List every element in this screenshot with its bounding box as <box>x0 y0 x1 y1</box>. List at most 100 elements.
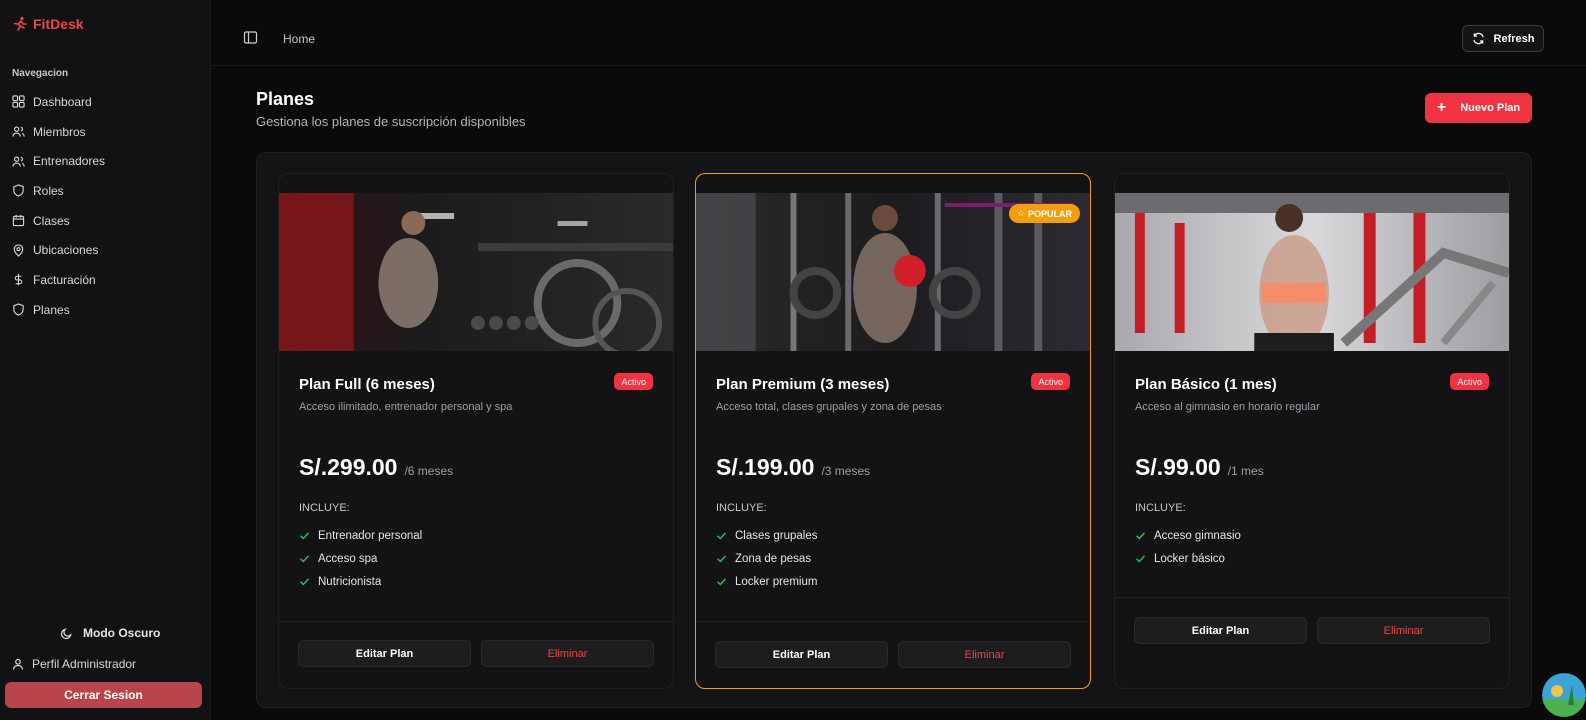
logout-button[interactable]: Cerrar Sesion <box>5 682 202 708</box>
topbar: Home Refresh <box>211 0 1586 66</box>
plan-image: ☆ POPULAR <box>696 193 1090 351</box>
includes-label: INCLUYE: <box>299 502 350 514</box>
feature-item: Clases grupales <box>716 524 817 547</box>
sidebar-item-miembros[interactable]: Miembros <box>10 117 200 147</box>
feature-item: Entrenador personal <box>299 524 422 547</box>
star-icon: ☆ <box>1016 208 1025 218</box>
page-subtitle: Gestiona los planes de suscripción dispo… <box>256 114 526 129</box>
price-amount: S/.99.00 <box>1135 454 1221 480</box>
plans-panel: Plan Full (6 meses) Activo Acceso ilimit… <box>256 152 1532 708</box>
plan-description: Acceso al gimnasio en horario regular <box>1135 401 1320 413</box>
page-title: Planes <box>256 89 315 109</box>
brand[interactable]: FitDesk <box>12 16 84 32</box>
card-divider <box>1115 597 1509 598</box>
sidebar-item-entrenadores[interactable]: Entrenadores <box>10 146 200 176</box>
edit-plan-button[interactable]: Editar Plan <box>1134 617 1307 644</box>
sidebar-item-planes[interactable]: Planes <box>10 295 200 325</box>
shield-icon <box>13 303 24 316</box>
plan-title: Plan Full (6 meses) <box>299 376 435 393</box>
sidebar-item-label: Ubicaciones <box>33 243 99 258</box>
refresh-label: Refresh <box>1493 32 1535 45</box>
feature-item: Locker premium <box>716 570 817 593</box>
check-icon <box>300 578 310 586</box>
sidebar-item-label: Facturación <box>33 272 96 287</box>
check-icon <box>1136 555 1146 563</box>
feature-list: Clases grupales Zona de pesas Locker pre… <box>716 524 817 593</box>
status-badge: Activo <box>1031 373 1070 390</box>
floating-assistant-icon[interactable] <box>1542 673 1586 717</box>
feature-item: Zona de pesas <box>716 547 817 570</box>
check-icon <box>1136 532 1146 540</box>
plan-image <box>279 193 673 351</box>
refresh-icon <box>1472 32 1484 45</box>
sidebar: FitDesk Navegacion Dashboard Miembros En… <box>0 0 211 720</box>
edit-plan-button[interactable]: Editar Plan <box>715 641 888 668</box>
feature-item: Acceso spa <box>299 547 422 570</box>
sidebar-item-label: Dashboard <box>33 94 92 109</box>
theme-toggle-label: Modo Oscuro <box>83 626 161 640</box>
sidebar-item-clases[interactable]: Clases <box>10 206 200 236</box>
sidebar-item-label: Roles <box>33 183 64 198</box>
popular-badge: ☆ POPULAR <box>1008 204 1080 223</box>
feature-label: Acceso gimnasio <box>1154 529 1241 542</box>
feature-label: Zona de pesas <box>735 552 812 565</box>
plan-image <box>1115 193 1509 351</box>
feature-label: Clases grupales <box>735 529 818 542</box>
feature-list: Acceso gimnasio Locker básico <box>1135 524 1241 570</box>
plan-card-featured: ☆ POPULAR Plan Premium (3 meses) Activo … <box>695 173 1091 689</box>
feature-item: Nutricionista <box>299 570 422 593</box>
map-pin-icon <box>13 244 24 257</box>
feature-list: Entrenador personal Acceso spa Nutricion… <box>299 524 422 593</box>
theme-toggle[interactable]: Modo Oscuro <box>60 626 160 640</box>
check-icon <box>717 532 727 540</box>
sidebar-item-ubicaciones[interactable]: Ubicaciones <box>10 235 200 265</box>
new-plan-button[interactable]: + Nuevo Plan <box>1425 93 1532 123</box>
card-actions: Editar Plan Eliminar <box>298 640 654 667</box>
dollar-icon <box>14 274 23 286</box>
breadcrumb[interactable]: Home <box>283 32 315 46</box>
edit-plan-button[interactable]: Editar Plan <box>298 640 471 667</box>
feature-label: Locker básico <box>1154 552 1225 565</box>
status-badge: Activo <box>1450 373 1489 390</box>
users-icon <box>12 156 25 167</box>
plan-card: Plan Full (6 meses) Activo Acceso ilimit… <box>278 173 674 689</box>
card-divider <box>279 621 673 622</box>
price-period: /3 meses <box>821 464 871 478</box>
price-amount: S/.299.00 <box>299 454 398 480</box>
feature-label: Acceso spa <box>318 552 378 565</box>
app-name: FitDesk <box>33 16 84 32</box>
plan-card: Plan Básico (1 mes) Activo Acceso al gim… <box>1114 173 1510 689</box>
price-period: /1 mes <box>1227 464 1264 478</box>
delete-plan-button[interactable]: Eliminar <box>898 641 1071 668</box>
status-badge: Activo <box>614 373 653 390</box>
plan-title: Plan Básico (1 mes) <box>1135 376 1277 393</box>
check-icon <box>717 555 727 563</box>
sidebar-item-dashboard[interactable]: Dashboard <box>10 87 200 117</box>
users-icon <box>12 126 25 137</box>
profile-label: Perfil Administrador <box>32 657 137 671</box>
runner-logo-icon <box>13 16 27 31</box>
sidebar-nav: Dashboard Miembros Entrenadores Roles Cl… <box>10 87 200 325</box>
delete-plan-button[interactable]: Eliminar <box>481 640 654 667</box>
dashboard-icon <box>12 95 25 108</box>
feature-item: Acceso gimnasio <box>1135 524 1241 547</box>
delete-plan-button[interactable]: Eliminar <box>1317 617 1490 644</box>
check-icon <box>300 555 310 563</box>
check-icon <box>300 532 310 540</box>
sidebar-toggle-icon[interactable] <box>243 30 258 45</box>
sidebar-item-label: Clases <box>33 213 70 228</box>
plan-description: Acceso total, clases grupales y zona de … <box>716 401 942 413</box>
sidebar-item-label: Miembros <box>33 124 86 139</box>
plan-price: S/.299.00 /6 meses <box>299 454 453 481</box>
feature-label: Nutricionista <box>318 575 382 588</box>
sidebar-item-facturacion[interactable]: Facturación <box>10 265 200 295</box>
plus-icon: + <box>1436 99 1447 116</box>
shield-icon <box>13 184 24 198</box>
price-amount: S/.199.00 <box>716 454 815 480</box>
refresh-button[interactable]: Refresh <box>1462 25 1544 52</box>
plan-price: S/.199.00 /3 meses <box>716 454 870 481</box>
includes-label: INCLUYE: <box>716 502 767 514</box>
sidebar-item-roles[interactable]: Roles <box>10 176 200 206</box>
card-actions: Editar Plan Eliminar <box>715 641 1071 668</box>
profile-link[interactable]: Perfil Administrador <box>12 657 136 671</box>
